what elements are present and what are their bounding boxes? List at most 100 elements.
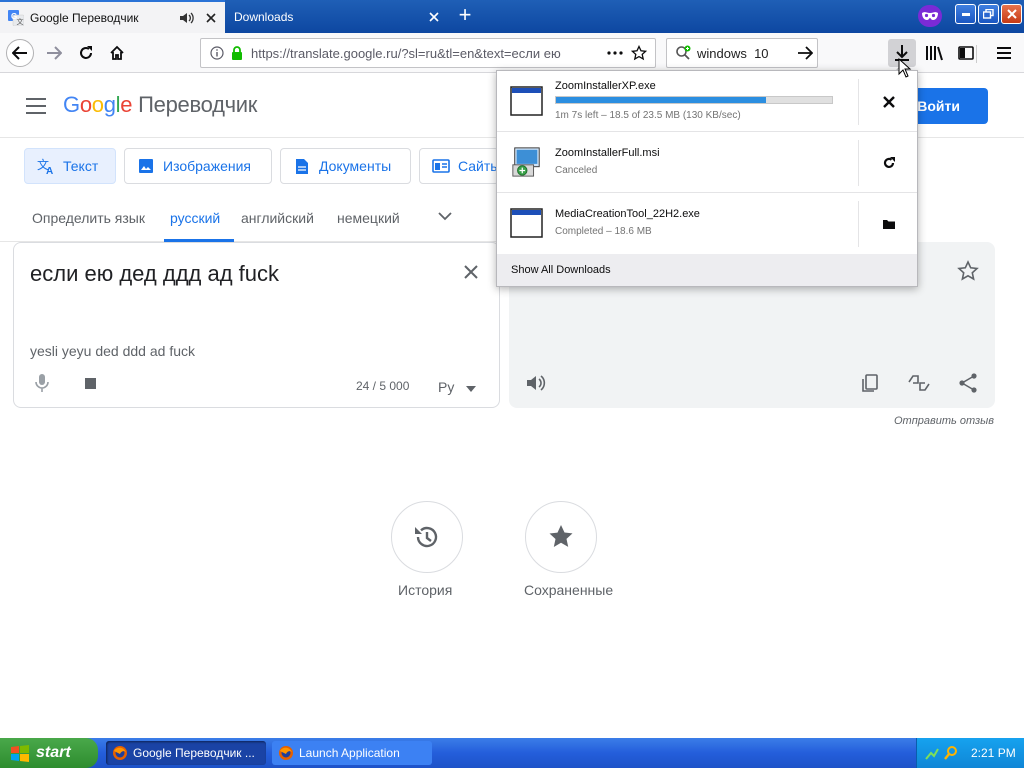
- bookmark-star-icon[interactable]: [629, 43, 649, 63]
- download-progress-bar: [555, 96, 833, 104]
- chevron-down-icon[interactable]: [437, 208, 453, 224]
- network-icon[interactable]: [924, 745, 940, 761]
- document-icon: [293, 157, 311, 175]
- svg-text:文: 文: [17, 17, 24, 26]
- taskbar-item-firefox[interactable]: Google Переводчик ...: [106, 741, 266, 765]
- back-button[interactable]: [6, 39, 34, 67]
- download-status: Completed – 18.6 MB: [555, 226, 652, 237]
- saved-button[interactable]: [525, 501, 597, 573]
- download-filename: ZoomInstallerXP.exe: [555, 80, 656, 92]
- listen-speaker-icon[interactable]: [525, 372, 547, 394]
- search-input[interactable]: [697, 45, 789, 61]
- mouse-cursor-icon: [898, 58, 912, 78]
- image-icon: [137, 157, 155, 175]
- navigation-toolbar: https://translate.google.ru/?sl=ru&tl=en…: [0, 33, 1024, 73]
- restore-window-button[interactable]: [978, 4, 999, 24]
- new-tab-button[interactable]: +: [452, 4, 478, 28]
- save-translation-star-icon[interactable]: [957, 260, 979, 282]
- main-menu-button[interactable]: [990, 39, 1018, 67]
- download-item[interactable]: ZoomInstallerXP.exe 1m 7s left – 18.5 of…: [497, 71, 917, 132]
- taskbar-item-label: Google Переводчик ...: [133, 746, 255, 760]
- download-item[interactable]: ZoomInstallerFull.msi Canceled: [497, 132, 917, 193]
- taskbar-item-launch-application[interactable]: Launch Application: [272, 741, 432, 765]
- google-logo-text: Google: [63, 92, 133, 117]
- downloads-panel: ZoomInstallerXP.exe 1m 7s left – 18.5 of…: [496, 70, 918, 287]
- forward-button[interactable]: [40, 39, 68, 67]
- cancel-icon: [882, 96, 895, 108]
- lang-russian[interactable]: русский: [170, 210, 220, 226]
- search-engine-icon[interactable]: [673, 43, 693, 63]
- open-folder-button[interactable]: [858, 201, 918, 247]
- keyboard-label: Рy: [438, 379, 455, 395]
- search-bar[interactable]: [666, 38, 818, 68]
- show-all-downloads-button[interactable]: Show All Downloads: [497, 254, 917, 286]
- google-translate-logo[interactable]: Google Переводчик: [63, 92, 257, 118]
- send-feedback-link[interactable]: Отправить отзыв: [894, 415, 994, 427]
- tab-google-translate[interactable]: G文 Google Переводчик: [0, 0, 225, 33]
- application-icon: [279, 746, 293, 760]
- private-browsing-mask-icon: [918, 5, 942, 27]
- exe-file-icon: [510, 86, 543, 116]
- info-icon[interactable]: [207, 43, 227, 63]
- start-button[interactable]: start: [0, 738, 98, 768]
- desktop: G文 Google Переводчик Downloads + https:/…: [0, 0, 1024, 768]
- retry-download-button[interactable]: [858, 140, 918, 186]
- mode-sites-button[interactable]: Сайты: [419, 148, 499, 184]
- copy-icon[interactable]: [859, 372, 881, 394]
- reload-button[interactable]: [72, 39, 100, 67]
- history-button[interactable]: [391, 501, 463, 573]
- close-tab-icon[interactable]: [201, 8, 221, 28]
- close-tab-icon[interactable]: [424, 7, 444, 27]
- saved-label: Сохраненные: [524, 582, 614, 598]
- firefox-icon: [113, 746, 127, 760]
- clear-text-icon[interactable]: [462, 263, 480, 281]
- download-filename: MediaCreationTool_22H2.exe: [555, 208, 700, 220]
- mode-images-button[interactable]: Изображения: [124, 148, 272, 184]
- minimize-window-button[interactable]: [955, 4, 976, 24]
- search-go-arrow-icon[interactable]: [795, 43, 815, 63]
- taskbar-item-label: Launch Application: [299, 746, 400, 760]
- retry-icon: [883, 157, 895, 168]
- url-text[interactable]: https://translate.google.ru/?sl=ru&tl=en…: [251, 46, 605, 61]
- history-label: История: [398, 582, 453, 598]
- mode-label: Сайты: [458, 158, 499, 174]
- exe-file-icon: [510, 208, 543, 238]
- cancel-download-button[interactable]: [858, 79, 918, 125]
- mode-label: Изображения: [163, 158, 251, 174]
- tab-downloads[interactable]: Downloads: [226, 0, 448, 33]
- windows-logo-icon: [11, 745, 29, 762]
- start-label: start: [36, 744, 71, 761]
- share-icon[interactable]: [957, 372, 979, 394]
- microphone-icon[interactable]: [34, 373, 50, 393]
- lang-german[interactable]: немецкий: [337, 210, 400, 226]
- home-button[interactable]: [103, 39, 131, 67]
- rate-translation-icon[interactable]: [907, 372, 930, 394]
- clock: 2:21 PM: [971, 746, 1016, 760]
- taskbar: start Google Переводчик ... Launch Appli…: [0, 738, 1024, 768]
- download-filename: ZoomInstallerFull.msi: [555, 147, 660, 159]
- audio-playing-icon[interactable]: [177, 8, 197, 28]
- download-status: Canceled: [555, 165, 598, 176]
- page-actions-ellipsis-icon[interactable]: [605, 43, 625, 63]
- close-window-button[interactable]: [1001, 4, 1022, 24]
- download-item[interactable]: MediaCreationTool_22H2.exe Completed – 1…: [497, 193, 917, 254]
- hamburger-menu-icon[interactable]: [26, 98, 46, 114]
- mode-label: Текст: [63, 158, 99, 174]
- lang-english[interactable]: английский: [241, 210, 314, 226]
- lang-detect[interactable]: Определить язык: [32, 210, 145, 226]
- address-bar[interactable]: https://translate.google.ru/?sl=ru&tl=en…: [200, 38, 656, 68]
- search-tray-icon[interactable]: [943, 745, 959, 761]
- download-status: 1m 7s left – 18.5 of 23.5 MB (130 KB/sec…: [555, 110, 741, 121]
- mode-documents-button[interactable]: Документы: [280, 148, 411, 184]
- keyboard-layout-selector[interactable]: Рy: [438, 379, 477, 395]
- tab-strip: G文 Google Переводчик Downloads +: [0, 0, 1024, 33]
- source-language-bar: Определить язык русский английский немец…: [0, 198, 500, 242]
- secure-lock-icon[interactable]: [227, 43, 247, 63]
- mode-label: Документы: [319, 158, 392, 174]
- stop-icon[interactable]: [85, 378, 96, 389]
- source-text[interactable]: если ею дед ддд ад fuck: [30, 261, 279, 287]
- source-text-box[interactable]: если ею дед ддд ад fuck yesli yeyu ded d…: [13, 242, 500, 408]
- tab-title: Google Переводчик: [30, 10, 139, 25]
- library-button[interactable]: [920, 39, 948, 67]
- mode-text-button[interactable]: 文A Текст: [24, 148, 116, 184]
